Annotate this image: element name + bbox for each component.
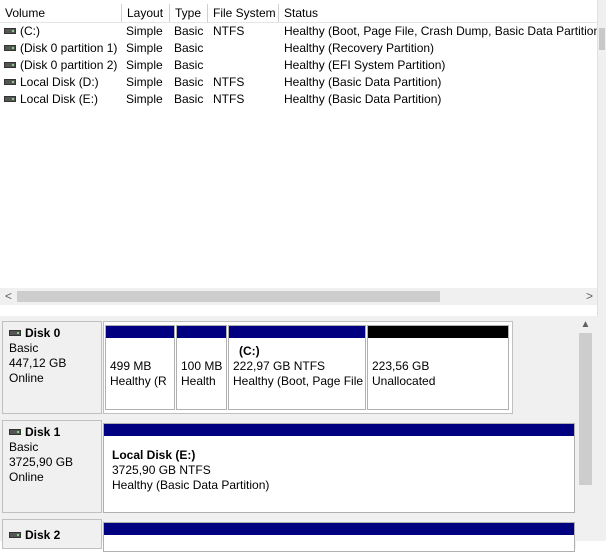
column-header-type[interactable]: Type: [170, 4, 208, 22]
disk-2-partitions: [103, 519, 576, 552]
volume-row[interactable]: (C:) Simple Basic NTFS Healthy (Boot, Pa…: [0, 23, 598, 40]
column-header-layout[interactable]: Layout: [122, 4, 170, 22]
scroll-up-icon[interactable]: ▲: [577, 316, 594, 333]
disk-icon: [9, 531, 21, 538]
column-header-file-system[interactable]: File System: [208, 4, 279, 22]
scroll-right-icon[interactable]: >: [581, 288, 598, 305]
disk-0-partitions: 499 MB Healthy (R 100 MB Health (C:) 222…: [103, 321, 513, 414]
partition-bar: [106, 326, 174, 338]
partition-disk2[interactable]: [103, 522, 575, 552]
horizontal-scrollbar[interactable]: < >: [0, 288, 598, 305]
disk-icon: [9, 329, 21, 336]
disk-1-partitions: Local Disk (E:) 3725,90 GB NTFS Healthy …: [103, 420, 576, 513]
horizontal-scroll-thumb[interactable]: [17, 291, 440, 302]
volume-row[interactable]: Local Disk (E:) Simple Basic NTFS Health…: [0, 91, 598, 108]
column-header-volume[interactable]: Volume: [0, 4, 122, 22]
partition-bar: [229, 326, 365, 338]
vertical-scrollbar-bottom[interactable]: ▲: [577, 316, 594, 541]
partition-c[interactable]: (C:) 222,97 GB NTFS Healthy (Boot, Page …: [228, 325, 366, 410]
volume-row[interactable]: (Disk 0 partition 2) Simple Basic Health…: [0, 57, 598, 74]
partition-bar: [104, 424, 574, 436]
disk-0-label[interactable]: Disk 0 Basic 447,12 GB Online: [2, 321, 102, 414]
disk-map-pane: Disk 0 Basic 447,12 GB Online 499 MB Hea…: [0, 316, 606, 552]
partition-efi[interactable]: 100 MB Health: [176, 325, 227, 410]
drive-icon: [4, 61, 16, 68]
drive-icon: [4, 78, 16, 85]
partition-recovery[interactable]: 499 MB Healthy (R: [105, 325, 175, 410]
partition-e[interactable]: Local Disk (E:) 3725,90 GB NTFS Healthy …: [103, 423, 575, 513]
volume-list-pane: Volume Layout Type File System Status (C…: [0, 0, 606, 316]
partition-bar: [104, 523, 574, 535]
volume-row[interactable]: Local Disk (D:) Simple Basic NTFS Health…: [0, 74, 598, 91]
volume-row[interactable]: (Disk 0 partition 1) Simple Basic Health…: [0, 40, 598, 57]
partition-bar: [177, 326, 226, 338]
column-header-status[interactable]: Status: [279, 4, 598, 22]
drive-icon: [4, 27, 16, 34]
disk-icon: [9, 428, 21, 435]
scroll-left-icon[interactable]: <: [0, 288, 17, 305]
drive-icon: [4, 44, 16, 51]
drive-icon: [4, 95, 16, 102]
partition-unallocated[interactable]: 223,56 GB Unallocated: [367, 325, 509, 410]
vertical-scroll-thumb-top[interactable]: [599, 28, 605, 50]
vertical-scrollbar-top[interactable]: [597, 0, 606, 316]
disk-2-label[interactable]: Disk 2: [2, 519, 102, 549]
unallocated-bar: [368, 326, 508, 338]
disk-1-label[interactable]: Disk 1 Basic 3725,90 GB Online: [2, 420, 102, 513]
vertical-scroll-thumb-bottom[interactable]: [579, 333, 592, 485]
